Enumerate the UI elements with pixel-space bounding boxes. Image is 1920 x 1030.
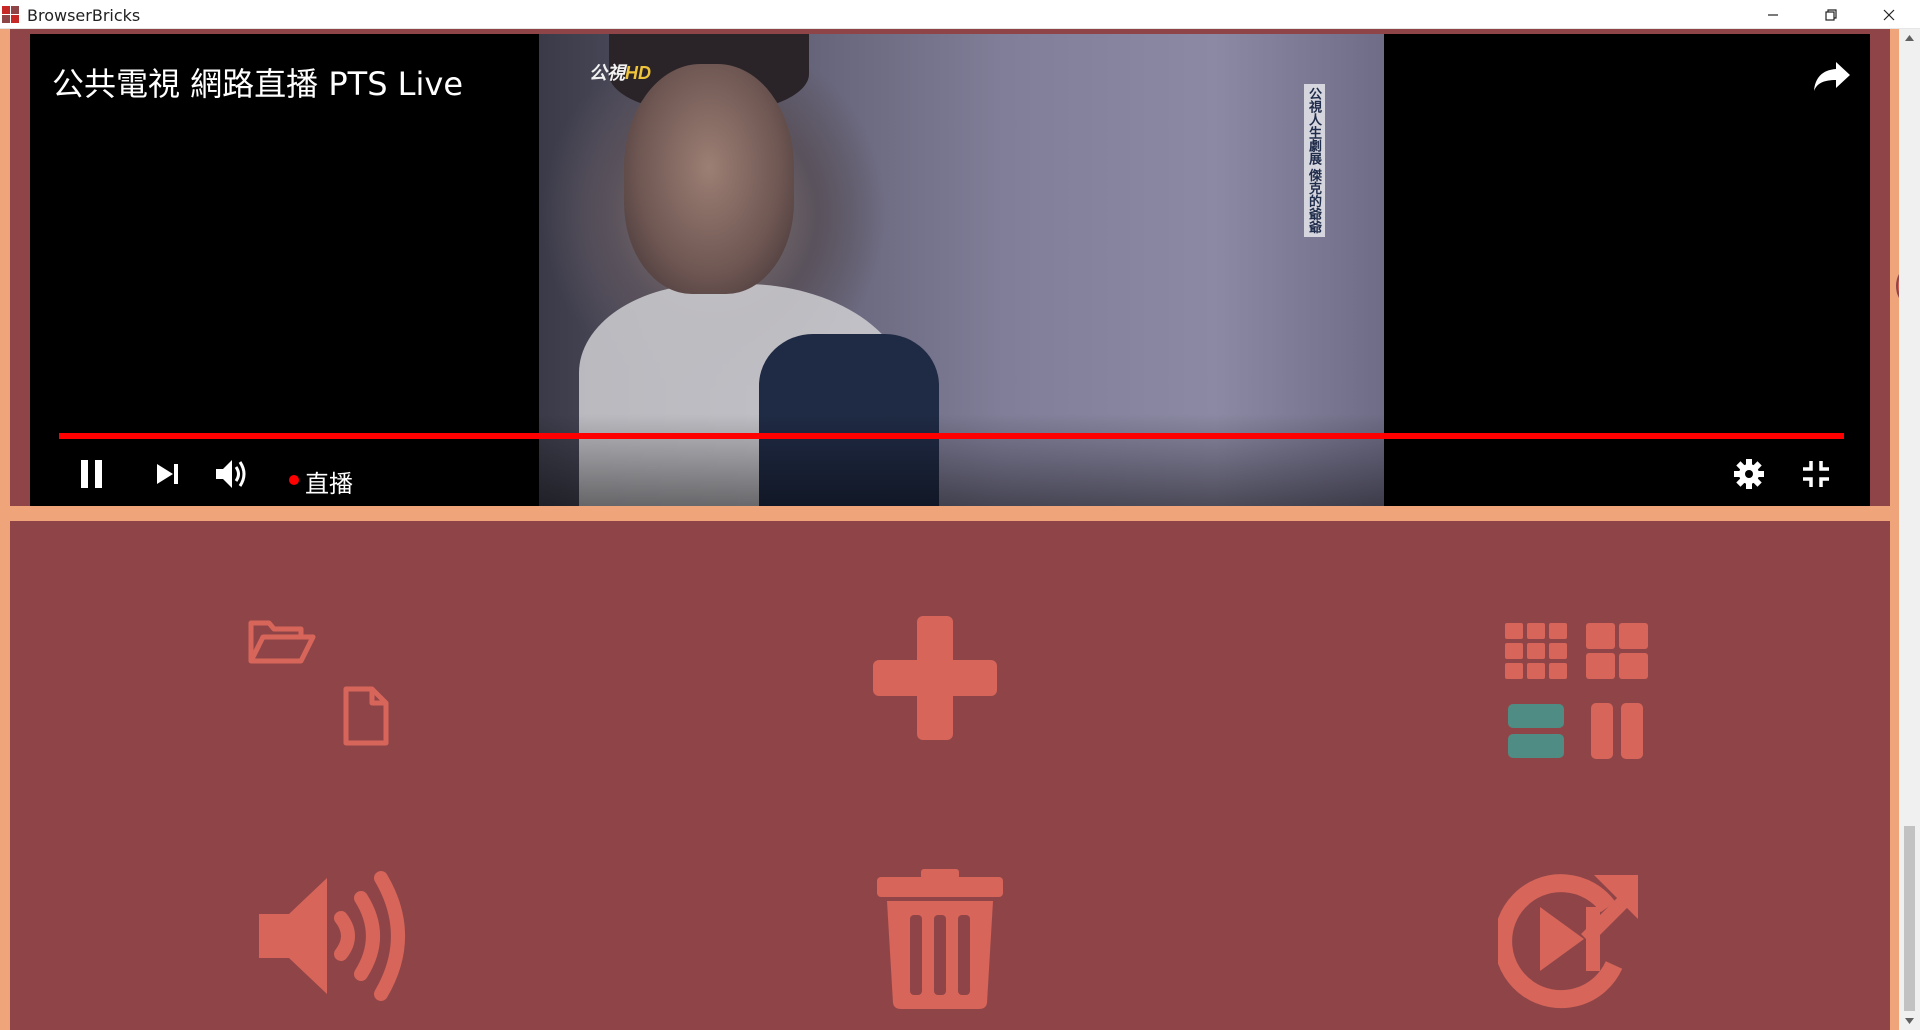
brick-divider bbox=[0, 506, 1899, 516]
plus-icon bbox=[873, 616, 997, 740]
restore-icon bbox=[1825, 8, 1837, 21]
delete-button[interactable] bbox=[875, 866, 1005, 1011]
grid-9-icon bbox=[1505, 623, 1567, 679]
video-title[interactable]: 公共電視 網路直播 PTS Live bbox=[52, 59, 463, 105]
sound-button[interactable] bbox=[250, 866, 420, 1006]
settings-button[interactable] bbox=[1727, 452, 1771, 496]
live-indicator-dot bbox=[289, 475, 299, 485]
chevron-up-icon bbox=[1905, 35, 1914, 41]
minimize-button[interactable] bbox=[1744, 0, 1802, 29]
app-content: 公視HD 公視人生劇展 傑克的爺爺 公共電視 網路直播 PTS Live 直播 bbox=[0, 29, 1899, 1030]
channel-logo-hd: HD bbox=[625, 63, 651, 83]
columns-icon bbox=[1591, 703, 1643, 759]
autoplay-icon bbox=[1498, 873, 1638, 1008]
share-icon bbox=[1814, 62, 1850, 91]
gear-icon bbox=[1734, 459, 1764, 489]
volume-button[interactable] bbox=[210, 452, 254, 496]
restore-button[interactable] bbox=[1802, 0, 1860, 29]
video-face bbox=[624, 64, 794, 294]
scroll-thumb[interactable] bbox=[1904, 826, 1915, 1011]
progress-bar[interactable] bbox=[59, 433, 1844, 439]
pause-button[interactable] bbox=[70, 452, 114, 496]
program-caption: 公視人生劇展 傑克的爺爺 bbox=[1304, 84, 1325, 237]
layout-rows-button[interactable] bbox=[1503, 701, 1569, 761]
minimize-icon bbox=[1768, 13, 1778, 16]
pause-icon bbox=[81, 460, 102, 488]
next-icon bbox=[157, 464, 178, 484]
close-button[interactable] bbox=[1860, 0, 1918, 29]
vertical-scrollbar[interactable] bbox=[1899, 29, 1920, 1030]
scroll-down-button[interactable] bbox=[1899, 1012, 1920, 1030]
autoplay-button[interactable] bbox=[1495, 866, 1645, 1011]
control-brick bbox=[10, 521, 1890, 1030]
volume-icon bbox=[216, 460, 246, 488]
new-file-button[interactable] bbox=[336, 681, 396, 751]
layout-grid-4-button[interactable] bbox=[1584, 621, 1650, 681]
close-icon bbox=[1883, 9, 1895, 20]
layout-grid-9-button[interactable] bbox=[1503, 621, 1569, 681]
trash-icon bbox=[877, 868, 1003, 1009]
rows-icon bbox=[1508, 704, 1564, 758]
chevron-down-icon bbox=[1905, 1018, 1914, 1024]
grid-4-icon bbox=[1586, 623, 1648, 679]
video-controls-shade bbox=[539, 414, 1384, 506]
channel-logo: 公視HD bbox=[589, 59, 651, 85]
video-brick: 公視HD 公視人生劇展 傑克的爺爺 公共電視 網路直播 PTS Live 直播 bbox=[10, 29, 1890, 506]
open-folder-button[interactable] bbox=[242, 611, 322, 671]
file-icon bbox=[343, 686, 389, 746]
window-title: BrowserBricks bbox=[27, 6, 141, 25]
scroll-up-button[interactable] bbox=[1899, 29, 1920, 47]
live-label[interactable]: 直播 bbox=[305, 464, 353, 499]
channel-logo-text: 公視 bbox=[589, 63, 625, 83]
layout-columns-button[interactable] bbox=[1584, 701, 1650, 761]
next-button[interactable] bbox=[146, 452, 190, 496]
window-titlebar: BrowserBricks bbox=[0, 0, 1920, 29]
exit-fullscreen-icon bbox=[1803, 461, 1829, 487]
folder-open-icon bbox=[248, 620, 316, 664]
add-button[interactable] bbox=[870, 613, 1000, 743]
exit-fullscreen-button[interactable] bbox=[1794, 452, 1838, 496]
app-logo-icon bbox=[2, 6, 19, 23]
volume-up-icon bbox=[259, 871, 405, 1001]
share-button[interactable] bbox=[1812, 60, 1852, 99]
video-player[interactable]: 公視HD 公視人生劇展 傑克的爺爺 公共電視 網路直播 PTS Live 直播 bbox=[30, 34, 1870, 506]
